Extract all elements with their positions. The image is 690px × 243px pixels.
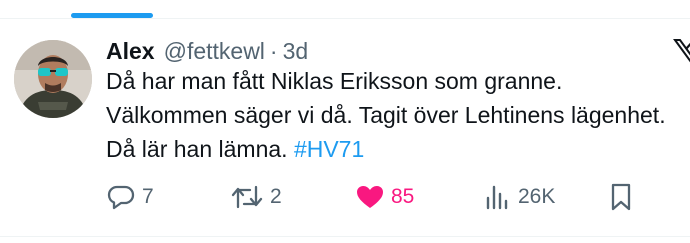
bookmark-button[interactable] — [606, 180, 636, 214]
repost-icon — [230, 182, 264, 212]
like-heart-icon — [355, 182, 385, 212]
like-count: 85 — [391, 185, 415, 208]
timestamp[interactable]: 3d — [283, 36, 309, 66]
view-count: 26K — [518, 185, 556, 208]
hashtag-link[interactable]: #HV71 — [294, 136, 364, 162]
reply-icon — [106, 182, 136, 212]
x-logo-icon[interactable] — [672, 36, 690, 66]
tweet-text: Då har man fått Niklas Eriksson som gran… — [106, 64, 676, 166]
tweet-body: Då har man fått Niklas Eriksson som gran… — [106, 68, 666, 162]
top-divider — [0, 18, 690, 19]
views-icon — [482, 182, 512, 212]
header-separator: · — [269, 38, 278, 64]
author-name[interactable]: Alex — [106, 36, 155, 66]
repost-button[interactable]: 2 — [230, 180, 282, 214]
bottom-divider — [0, 236, 690, 237]
action-bar: 7 2 85 26K — [0, 180, 690, 214]
avatar-photo — [14, 40, 92, 118]
views-button[interactable]: 26K — [482, 180, 555, 214]
reply-button[interactable]: 7 — [106, 180, 154, 214]
reply-count: 7 — [142, 185, 154, 208]
author-handle[interactable]: @fettkewl — [164, 36, 265, 66]
tweet-header: Alex @fettkewl · 3d — [106, 36, 308, 66]
bookmark-icon — [606, 181, 636, 213]
like-button[interactable]: 85 — [355, 180, 414, 214]
repost-count: 2 — [270, 185, 282, 208]
avatar[interactable] — [14, 40, 92, 118]
